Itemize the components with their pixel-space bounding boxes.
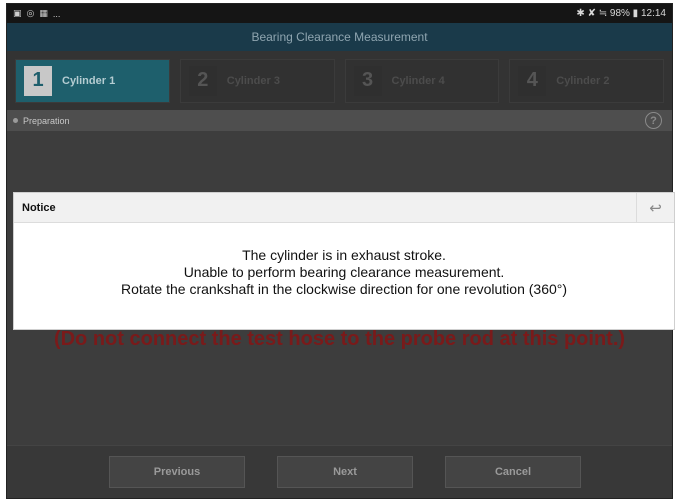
window-title-bar: Bearing Clearance Measurement bbox=[7, 23, 672, 51]
dialog-title: Notice bbox=[22, 201, 56, 214]
step-label: Cylinder 3 bbox=[226, 74, 280, 87]
help-icon[interactable]: ? bbox=[645, 112, 662, 129]
status-bar: ▣ ◎ ▦ ... ✱ ✘ ≒ 98% ▮ 12:14 bbox=[7, 4, 672, 23]
step-cylinder-1[interactable]: 1 Cylinder 1 bbox=[15, 58, 170, 103]
step-number: 4 bbox=[518, 65, 547, 96]
step-number: 3 bbox=[353, 65, 382, 96]
preparation-bar: Preparation ? bbox=[7, 110, 672, 131]
sync-icon: ◎ bbox=[26, 8, 35, 18]
more-notifications-icon: ... bbox=[52, 8, 61, 19]
dialog-message-line: Rotate the crankshaft in the clockwise d… bbox=[120, 281, 568, 297]
bullet-icon bbox=[13, 118, 18, 123]
next-button[interactable]: Next bbox=[277, 456, 413, 488]
step-label: Cylinder 1 bbox=[62, 74, 116, 87]
dialog-message-line: Unable to perform bearing clearance meas… bbox=[183, 264, 505, 280]
step-cylinder-4[interactable]: 3 Cylinder 4 bbox=[344, 58, 500, 103]
notice-dialog: Notice ↩ The cylinder is in exhaust stro… bbox=[13, 192, 675, 330]
preparation-label: Preparation bbox=[23, 115, 70, 126]
step-number: 1 bbox=[24, 65, 52, 96]
return-icon[interactable]: ↩ bbox=[636, 193, 674, 223]
step-label: Cylinder 2 bbox=[556, 74, 610, 87]
window-title: Bearing Clearance Measurement bbox=[251, 30, 428, 44]
dialog-message: The cylinder is in exhaust stroke. Unabl… bbox=[14, 223, 674, 298]
cylinder-steps: 1 Cylinder 1 2 Cylinder 3 3 Cylinder 4 4… bbox=[7, 51, 672, 110]
status-indicators: ✱ ✘ ≒ 98% ▮ 12:14 bbox=[576, 8, 666, 19]
warning-text: (Do not connect the test hose to the pro… bbox=[53, 328, 626, 350]
step-cylinder-3[interactable]: 2 Cylinder 3 bbox=[179, 58, 335, 103]
dialog-message-line: The cylinder is in exhaust stroke. bbox=[242, 247, 446, 263]
step-number: 2 bbox=[188, 65, 217, 96]
previous-button[interactable]: Previous bbox=[109, 456, 245, 488]
gallery-icon: ▣ bbox=[13, 8, 22, 18]
dialog-header: Notice ↩ bbox=[14, 193, 674, 223]
cancel-button[interactable]: Cancel bbox=[445, 456, 581, 488]
status-right: ✱ ✘ ≒ 98% ▮ 12:14 bbox=[576, 8, 666, 19]
step-label: Cylinder 4 bbox=[391, 74, 445, 87]
status-left-icons: ▣ ◎ ▦ ... bbox=[13, 8, 60, 19]
step-cylinder-2[interactable]: 4 Cylinder 2 bbox=[509, 58, 664, 103]
app-notification-icon: ▦ bbox=[39, 8, 48, 18]
bottom-button-bar: Previous Next Cancel bbox=[7, 445, 672, 498]
